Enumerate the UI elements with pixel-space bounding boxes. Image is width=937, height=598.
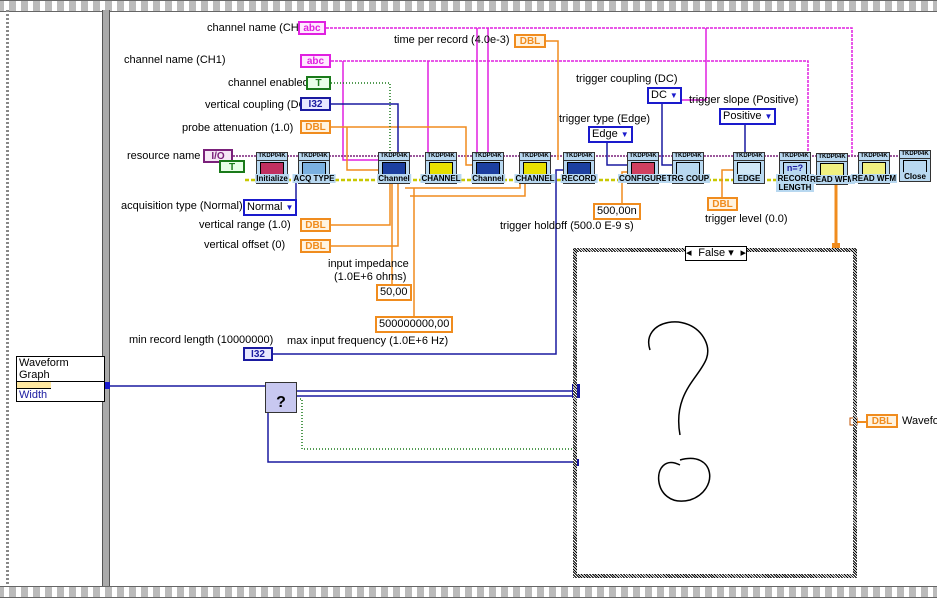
label-channel-name-ch1: channel name (CH1) — [124, 54, 226, 66]
label-channel-enabled: channel enabled — [228, 77, 309, 89]
trigger-coupling-node[interactable]: TKDP04K TRG COUP — [665, 152, 711, 184]
waveform-indicator[interactable]: DBL — [866, 414, 898, 428]
configure-channel-node[interactable]: TKDP04K Channel — [377, 152, 411, 184]
read-waveform-node-2[interactable]: TKDP04K READ WFM — [851, 152, 897, 184]
close-node[interactable]: TKDP04K Close — [899, 150, 931, 182]
trigger-level-control[interactable]: DBL — [707, 197, 738, 211]
property-width[interactable]: Width — [17, 388, 51, 401]
label-acquisition-type: acquisition type (Normal) — [121, 200, 243, 212]
label-trigger-slope: trigger slope (Positive) — [689, 94, 799, 106]
label-resource-name: resource name — [127, 150, 201, 162]
channel-name-ch2-control[interactable]: abc — [298, 21, 326, 35]
vertical-coupling-control[interactable]: I32 — [300, 97, 331, 111]
channel-name-ch1-control[interactable]: abc — [300, 54, 331, 68]
dropdown-arrow-icon: ▼ — [669, 91, 678, 100]
dropdown-arrow-icon: ▼ — [764, 112, 773, 121]
label-waveform: Waveform — [902, 415, 937, 427]
min-record-length-control[interactable]: I32 — [243, 347, 273, 361]
trigger-holdoff-constant[interactable]: 500,00n — [593, 203, 641, 220]
label-trigger-holdoff: trigger holdoff (500.0 E-9 s) — [500, 220, 634, 232]
label-trigger-level: trigger level (0.0) — [705, 213, 788, 225]
time-per-record-control[interactable]: DBL — [514, 34, 546, 48]
label-min-record-length: min record length (10000000) — [129, 334, 274, 346]
select-node[interactable]: ? — [265, 382, 297, 413]
label-trigger-coupling: trigger coupling (DC) — [576, 73, 678, 85]
trigger-coupling-enum[interactable]: DC ▼ — [647, 87, 682, 104]
label-input-impedance: input impedance — [328, 258, 409, 270]
trigger-type-enum[interactable]: Edge ▼ — [588, 126, 633, 143]
label-max-input-frequency: max input frequency (1.0E+6 Hz) — [287, 335, 449, 347]
input-impedance-constant[interactable]: 50,00 — [376, 284, 412, 301]
property-node-title: Waveform Graph — [17, 357, 104, 382]
acq-type-node[interactable]: TKDP04K ACQ TYPE — [292, 152, 336, 184]
trigger-configure-node[interactable]: TKDP04K CONFIGURE — [618, 152, 668, 184]
case-prev-icon[interactable]: ◂ — [686, 247, 692, 260]
dropdown-arrow-icon: ▼ — [285, 203, 294, 212]
label-trigger-type: trigger type (Edge) — [559, 113, 651, 125]
channel-characteristics-node[interactable]: TKDP04K CHANNEL — [420, 152, 462, 184]
label-input-impedance-default: (1.0E+6 ohms) — [334, 271, 407, 283]
case-next-icon[interactable]: ▸ — [740, 247, 746, 260]
vertical-range-control[interactable]: DBL — [300, 218, 331, 232]
question-icon: ? — [276, 394, 286, 411]
label-probe-attenuation: probe attenuation (1.0) — [182, 122, 294, 134]
case-selector[interactable]: ◂ False ▾ ▸ — [685, 246, 747, 261]
vertical-offset-control[interactable]: DBL — [300, 239, 331, 253]
record-node[interactable]: TKDP04K RECORD — [560, 152, 598, 184]
label-vertical-offset: vertical offset (0) — [204, 239, 286, 251]
reset-boolean-constant[interactable]: T — [219, 160, 245, 173]
label-vertical-range: vertical range (1.0) — [199, 219, 291, 231]
edge-trigger-node[interactable]: TKDP04K EDGE — [733, 152, 765, 184]
record-length-node[interactable]: TKDP04K n=? RECORD LENGTH — [776, 152, 814, 192]
probe-attenuation-control[interactable]: DBL — [300, 120, 331, 134]
label-channel-name-ch2: channel name (CH2) — [207, 22, 309, 34]
waveform-graph-property-node[interactable]: Waveform Graph Width — [16, 356, 105, 402]
channel-characteristics-node-2[interactable]: TKDP04K CHANNEL — [514, 152, 556, 184]
label-vertical-coupling: vertical coupling (DC) — [205, 99, 311, 111]
trigger-slope-enum[interactable]: Positive ▼ — [719, 108, 777, 125]
read-waveform-node[interactable]: TKDP04K READ WFM — [809, 153, 855, 185]
label-time-per-record: time per record (4.0e-3) — [394, 34, 510, 46]
acquisition-type-enum[interactable]: Normal ▼ — [243, 199, 298, 216]
max-input-frequency-constant[interactable]: 500000000,00 — [375, 316, 454, 333]
case-structure[interactable] — [573, 248, 857, 578]
initialize-node[interactable]: TKDP04K Initialize — [255, 152, 289, 184]
configure-channel-node-2[interactable]: TKDP04K Channel — [471, 152, 505, 184]
dropdown-arrow-icon: ▼ — [620, 130, 629, 139]
channel-enabled-control[interactable]: T — [306, 76, 331, 90]
